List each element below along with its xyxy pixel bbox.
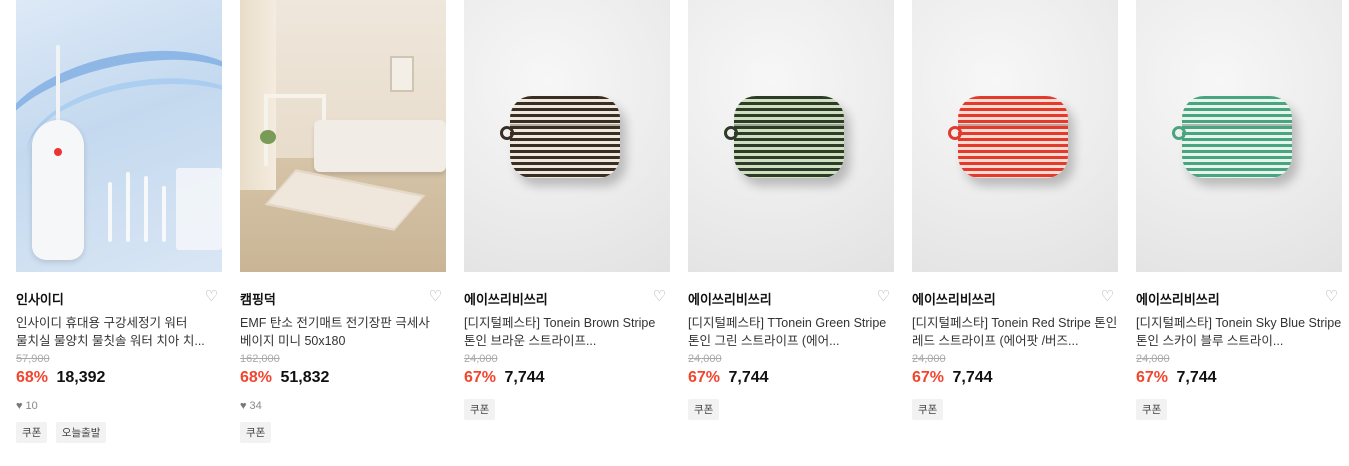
heart-icon[interactable]: ♡ xyxy=(1101,289,1114,304)
brand-name[interactable]: 에이쓰리비쓰리 xyxy=(1136,292,1220,307)
discount-rate: 68% xyxy=(16,369,49,386)
product-card[interactable]: 에이쓰리비쓰리 ♡ [디지털페스타] TTonein Green Stripe … xyxy=(688,0,894,420)
like-count: ♥ 10 xyxy=(16,400,222,414)
brand-name[interactable]: 에이쓰리비쓰리 xyxy=(688,292,772,307)
tag-coupon: 쿠폰 xyxy=(464,399,496,420)
heart-icon[interactable]: ♡ xyxy=(877,289,890,304)
product-grid: 인사이디 ♡ 인사이디 휴대용 구강세정기 워터 물치실 물양치 물칫솔 워터 … xyxy=(0,0,1349,466)
product-image[interactable] xyxy=(240,0,446,272)
original-price: 24,000 xyxy=(464,353,498,365)
heart-filled-icon: ♥ xyxy=(16,400,23,412)
product-card[interactable]: 에이쓰리비쓰리 ♡ [디지털페스타] Tonein Brown Stripe 톤… xyxy=(464,0,670,420)
product-image[interactable] xyxy=(464,0,670,272)
product-image[interactable] xyxy=(912,0,1118,272)
product-image[interactable] xyxy=(1136,0,1342,272)
product-title[interactable]: [디지털페스타] Tonein Sky Blue Stripe 톤인 스카이 블… xyxy=(1136,314,1342,350)
sale-price: 7,744 xyxy=(1176,369,1217,386)
tag-coupon: 쿠폰 xyxy=(1136,399,1168,420)
product-title[interactable]: 인사이디 휴대용 구강세정기 워터 물치실 물양치 물칫솔 워터 치아 치... xyxy=(16,314,222,350)
tag-coupon: 쿠폰 xyxy=(688,399,720,420)
discount-rate: 67% xyxy=(688,369,721,386)
heart-icon[interactable]: ♡ xyxy=(653,289,666,304)
sale-price: 7,744 xyxy=(728,369,769,386)
tag-coupon: 쿠폰 xyxy=(912,399,944,420)
discount-rate: 67% xyxy=(464,369,497,386)
product-title[interactable]: [디지털페스타] Tonein Brown Stripe 톤인 브라운 스트라이… xyxy=(464,314,670,350)
sale-price: 7,744 xyxy=(952,369,993,386)
product-card[interactable]: 캠핑덕 ♡ EMF 탄소 전기매트 전기장판 극세사 베이지 미니 50x180… xyxy=(240,0,446,443)
product-title[interactable]: EMF 탄소 전기매트 전기장판 극세사 베이지 미니 50x180 xyxy=(240,314,446,350)
discount-rate: 68% xyxy=(240,369,273,386)
like-count-value: 34 xyxy=(249,400,262,412)
sale-price: 18,392 xyxy=(56,369,106,386)
tag-coupon: 쿠폰 xyxy=(240,422,272,443)
original-price: 57,900 xyxy=(16,353,50,365)
product-image[interactable] xyxy=(688,0,894,272)
product-title[interactable]: [디지털페스타] Tonein Red Stripe 톤인 레드 스트라이프 (… xyxy=(912,314,1118,350)
product-image[interactable] xyxy=(16,0,222,272)
original-price: 24,000 xyxy=(688,353,722,365)
tag-coupon: 쿠폰 xyxy=(16,422,48,443)
sale-price: 51,832 xyxy=(280,369,330,386)
sale-price: 7,744 xyxy=(504,369,545,386)
original-price: 24,000 xyxy=(912,353,946,365)
brand-name[interactable]: 캠핑덕 xyxy=(240,292,276,307)
original-price: 162,000 xyxy=(240,353,280,365)
discount-rate: 67% xyxy=(1136,369,1169,386)
product-card[interactable]: 에이쓰리비쓰리 ♡ [디지털페스타] Tonein Red Stripe 톤인 … xyxy=(912,0,1118,420)
discount-rate: 67% xyxy=(912,369,945,386)
brand-name[interactable]: 에이쓰리비쓰리 xyxy=(464,292,548,307)
heart-icon[interactable]: ♡ xyxy=(429,289,442,304)
product-title[interactable]: [디지털페스타] TTonein Green Stripe 톤인 그린 스트라이… xyxy=(688,314,894,350)
heart-filled-icon: ♥ xyxy=(240,400,247,412)
original-price: 24,000 xyxy=(1136,353,1170,365)
brand-name[interactable]: 인사이디 xyxy=(16,292,64,307)
product-card[interactable]: 에이쓰리비쓰리 ♡ [디지털페스타] Tonein Sky Blue Strip… xyxy=(1136,0,1342,420)
heart-icon[interactable]: ♡ xyxy=(205,289,218,304)
like-count-value: 10 xyxy=(25,400,38,412)
product-card[interactable]: 인사이디 ♡ 인사이디 휴대용 구강세정기 워터 물치실 물양치 물칫솔 워터 … xyxy=(16,0,222,443)
heart-icon[interactable]: ♡ xyxy=(1325,289,1338,304)
tag-today-shipping: 오늘출발 xyxy=(55,422,107,443)
like-count: ♥ 34 xyxy=(240,400,446,414)
brand-name[interactable]: 에이쓰리비쓰리 xyxy=(912,292,996,307)
